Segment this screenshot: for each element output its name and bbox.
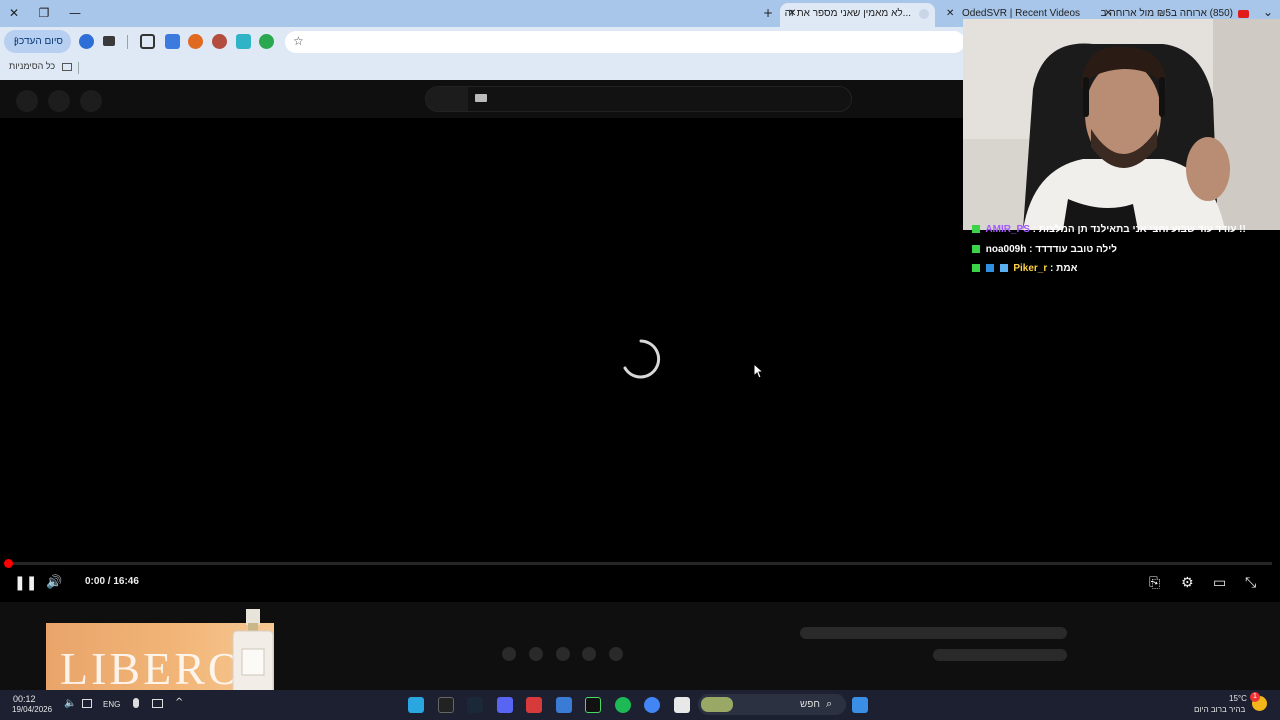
- telegram-icon[interactable]: [408, 697, 424, 713]
- chat-badge-icon: [999, 264, 1008, 273]
- chat-text: אמת: [1056, 263, 1078, 274]
- chat-text: לילה טובב עודדדד: [1035, 244, 1117, 255]
- chat-message: Piker_r : אמת: [972, 263, 1087, 279]
- tab-groups-icon[interactable]: [165, 34, 180, 49]
- apps-grid-icon[interactable]: [556, 697, 572, 713]
- app-icon[interactable]: [526, 697, 542, 713]
- progress-scrubber[interactable]: [4, 559, 13, 568]
- grammar-extension-icon[interactable]: [259, 34, 274, 49]
- search-skeleton-left: [426, 87, 468, 111]
- search-box-skeleton[interactable]: [425, 86, 852, 112]
- volume-button[interactable]: 🔊: [46, 574, 62, 592]
- chat-username: Piker_r: [1013, 263, 1048, 274]
- header-skeleton-circle: [16, 90, 38, 112]
- spotify-icon[interactable]: [615, 697, 631, 713]
- extensions-puzzle-icon[interactable]: [140, 34, 155, 49]
- audio-icon: [919, 9, 929, 19]
- notification-badge: 1: [1250, 692, 1260, 702]
- theater-mode-button[interactable]: ▭: [1213, 574, 1226, 592]
- clock-date[interactable]: 19/04/2026: [12, 705, 52, 714]
- steam-icon[interactable]: [467, 697, 483, 713]
- tab-title: ...לא מאמין שאני מספר את זה: [784, 8, 911, 19]
- chat-badge-icon: [985, 264, 994, 273]
- clock-time[interactable]: 00:12: [13, 694, 36, 704]
- search-highlight-icon: [701, 697, 733, 712]
- chrome-icon[interactable]: [644, 697, 660, 713]
- chat-username: AMIR_PS: [985, 224, 1030, 235]
- new-tab-button[interactable]: +: [758, 4, 778, 22]
- folder-icon: [61, 62, 72, 71]
- progress-bar[interactable]: [8, 562, 1272, 565]
- skeleton-dot: [609, 647, 623, 661]
- perfume-bottle-icon: [232, 609, 274, 698]
- camera-off-icon[interactable]: [152, 699, 163, 708]
- time-display: 0:00 / 16:46: [85, 576, 139, 587]
- bookmark-star-icon[interactable]: ☆: [293, 34, 304, 48]
- youtube-icon: [1238, 10, 1249, 18]
- window-close-icon[interactable]: ✕: [4, 4, 24, 22]
- chat-badge-icon: [972, 245, 980, 254]
- tab-active-video[interactable]: ✕ ...לא מאמין שאני מספר את זה: [780, 3, 935, 27]
- close-tab-icon[interactable]: ✕: [946, 3, 954, 25]
- chat-badge-icon: [972, 264, 980, 273]
- search-icon: ⌕: [826, 697, 833, 710]
- subtitle-skeleton: [933, 649, 1067, 661]
- all-bookmarks-folder[interactable]: כל הסימניות: [9, 61, 72, 71]
- mouse-cursor-icon: [753, 363, 763, 379]
- network-icon[interactable]: [82, 699, 92, 708]
- weather-desc[interactable]: בהיר ברוב היום: [1194, 705, 1245, 714]
- search-label: חפש: [800, 699, 820, 710]
- window-restore-icon[interactable]: ❐: [34, 4, 54, 22]
- microphone-icon[interactable]: [133, 698, 139, 708]
- settings-button[interactable]: ⚙: [1181, 574, 1194, 592]
- language-indicator[interactable]: ENG: [103, 700, 120, 709]
- media-control-icon[interactable]: [103, 36, 115, 46]
- address-bar[interactable]: [285, 31, 965, 53]
- skeleton-dot: [582, 647, 596, 661]
- title-skeleton: [800, 627, 1067, 639]
- skeleton-dot: [502, 647, 516, 661]
- ad-brand-text: LIBERO: [60, 643, 245, 694]
- chat-badge-icon: [972, 225, 980, 234]
- all-bookmarks-label: כל הסימניות: [9, 61, 56, 71]
- tray-chevron-icon[interactable]: ^: [175, 697, 183, 708]
- end-session-label: סיום העדכון: [13, 36, 63, 47]
- chat-message: AMIR_PS : עודד עוד שבוע וחצי אני בתאילנד…: [972, 224, 1246, 240]
- end-session-button[interactable]: ⋮ סיום העדכון: [4, 30, 71, 53]
- extension-orange-icon[interactable]: [188, 34, 203, 49]
- discord-icon[interactable]: [497, 697, 513, 713]
- profile-avatar-icon[interactable]: [79, 34, 94, 49]
- windows-taskbar: [0, 690, 1280, 720]
- pause-button[interactable]: ❚❚: [14, 574, 37, 592]
- captions-button[interactable]: ⎘: [1149, 574, 1160, 592]
- toolbar-divider: [127, 35, 128, 49]
- chat-username: noa009h: [985, 244, 1027, 255]
- skeleton-dot: [529, 647, 543, 661]
- webcam-person-image: [963, 19, 1280, 230]
- translate-extension-icon[interactable]: [236, 34, 251, 49]
- header-skeleton-circle: [80, 90, 102, 112]
- chat-message: noa009h : לילה טובב עודדדד: [972, 244, 1132, 260]
- extension-avatar-icon[interactable]: [212, 34, 227, 49]
- streamer-webcam: [963, 19, 1280, 230]
- terminal-icon[interactable]: [585, 697, 601, 713]
- skeleton-dot: [556, 647, 570, 661]
- fullscreen-button[interactable]: ⤡: [1245, 574, 1256, 592]
- app-icon[interactable]: [438, 697, 454, 713]
- window-minimize-icon[interactable]: —: [65, 4, 85, 22]
- menu-dots-icon: ⋮: [11, 36, 21, 47]
- header-skeleton-circle: [48, 90, 70, 112]
- loading-spinner-icon: [623, 339, 661, 379]
- speaker-icon[interactable]: 🔈: [64, 698, 76, 709]
- chat-text: עודד עוד שבוע וחצי אני בתאילנד תן המלצות…: [1038, 224, 1246, 235]
- file-explorer-icon[interactable]: [674, 697, 690, 713]
- bookmarks-divider: [78, 62, 79, 74]
- weather-temp[interactable]: 15°C: [1229, 694, 1247, 703]
- start-windows-icon[interactable]: [852, 697, 868, 713]
- keyboard-icon[interactable]: [475, 94, 487, 102]
